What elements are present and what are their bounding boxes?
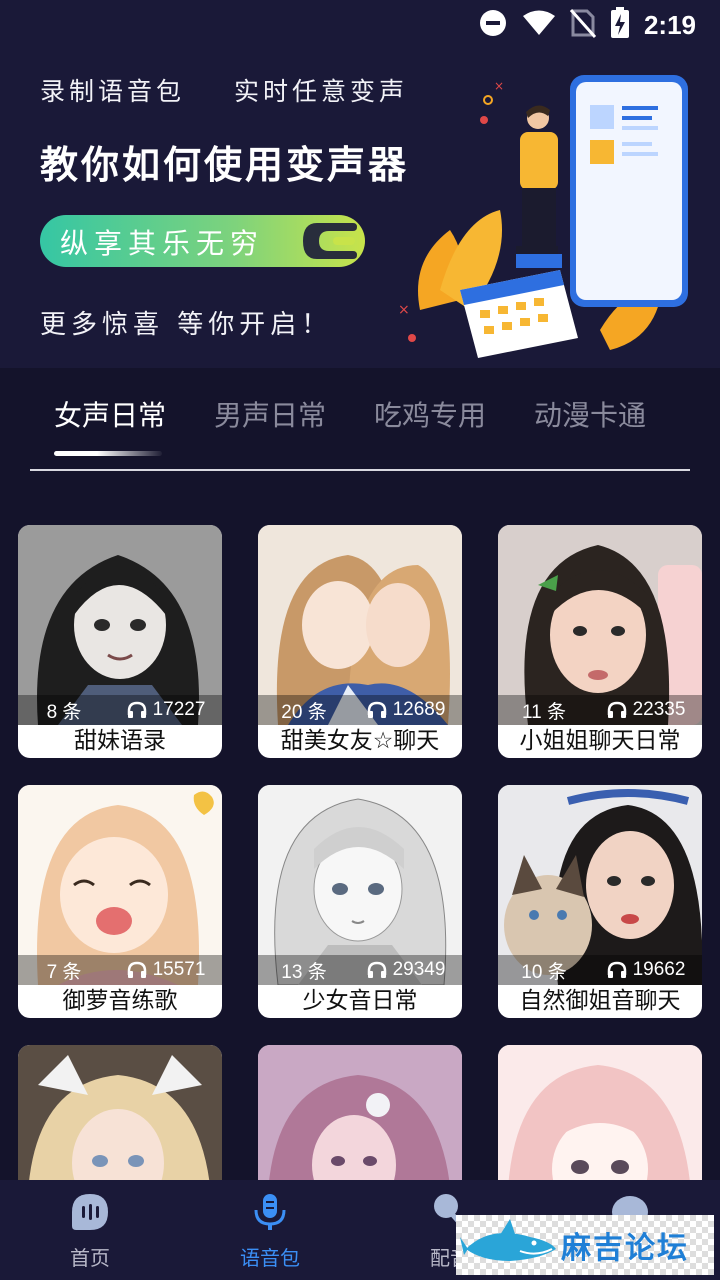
voice-pack-card[interactable]: 7 条 15571 御萝音练歌 bbox=[18, 785, 222, 1018]
banner-pill: 纵享其乐无穷 bbox=[40, 215, 365, 267]
nav-home[interactable]: 首页 bbox=[0, 1180, 180, 1280]
voice-pack-card[interactable]: 11 条 22335 小姐姐聊天日常 bbox=[498, 525, 702, 758]
microphone-icon bbox=[254, 1194, 286, 1230]
banner-illustration: × × bbox=[400, 75, 688, 358]
svg-text:×: × bbox=[400, 302, 410, 318]
headphones-icon bbox=[607, 961, 626, 978]
tab-male-daily[interactable]: 男声日常 bbox=[214, 394, 326, 434]
nav-voice-pack[interactable]: 语音包 bbox=[180, 1180, 360, 1280]
banner-footer: 更多惊喜 等你开启！ bbox=[40, 310, 333, 340]
listen-count: 17227 bbox=[152, 699, 206, 720]
card-title: 小姐姐聊天日常 bbox=[519, 728, 681, 754]
promo-banner[interactable]: 录制语音包 实时任意变声 教你如何使用变声器 纵享其乐无穷 更多惊喜 等你开启！ bbox=[0, 50, 720, 368]
headphones-icon bbox=[367, 701, 386, 718]
card-stats: 8 条 17227 bbox=[18, 695, 222, 725]
banner-subtitle-right: 实时任意变声 bbox=[234, 77, 409, 106]
do-not-disturb-icon bbox=[478, 8, 508, 42]
card-stats: 10 条 19662 bbox=[498, 955, 702, 985]
voice-pack-card[interactable]: 10 条 19662 自然御姐音聊天 bbox=[498, 785, 702, 1018]
listen-count: 22335 bbox=[632, 699, 686, 720]
card-title: 御萝音练歌 bbox=[62, 988, 178, 1014]
banner-pill-text: 纵享其乐无穷 bbox=[60, 227, 265, 260]
voice-pack-card[interactable]: 20 条 12689 甜美女友☆聊天 bbox=[258, 525, 462, 758]
voice-pack-card[interactable]: 8 条 17227 甜妹语录 bbox=[18, 525, 222, 758]
listen-count: 15571 bbox=[152, 959, 206, 980]
watermark-text: 麻吉论坛 bbox=[561, 1231, 689, 1266]
card-title: 甜妹语录 bbox=[74, 728, 166, 754]
banner-title: 教你如何使用变声器 bbox=[40, 143, 410, 187]
banner-subtitle-left: 录制语音包 bbox=[40, 77, 186, 106]
tab-female-daily[interactable]: 女声日常 bbox=[54, 394, 166, 434]
headphones-icon bbox=[607, 701, 626, 718]
pill-decoration-icon bbox=[303, 223, 357, 259]
tabs-divider bbox=[30, 469, 690, 471]
card-stats: 20 条 12689 bbox=[258, 695, 462, 725]
status-time: 2:19 bbox=[643, 9, 696, 40]
svg-text:×: × bbox=[494, 79, 504, 93]
category-tabs: 女声日常 男声日常 吃鸡专用 动漫卡通 bbox=[0, 368, 720, 473]
status-bar: 2:19 bbox=[0, 0, 720, 50]
forum-watermark: 麻吉论坛 bbox=[456, 1215, 714, 1275]
card-stats: 11 条 22335 bbox=[498, 695, 702, 725]
nav-label: 语音包 bbox=[240, 1246, 300, 1270]
card-stats: 13 条 29349 bbox=[258, 955, 462, 985]
card-title: 少女音日常 bbox=[302, 988, 418, 1014]
listen-count: 12689 bbox=[392, 699, 446, 720]
card-stats: 7 条 15571 bbox=[18, 955, 222, 985]
headphones-icon bbox=[367, 961, 386, 978]
item-count: 13 条 bbox=[281, 961, 327, 983]
tab-indicator bbox=[54, 451, 162, 456]
home-chat-icon bbox=[72, 1194, 108, 1230]
tab-anime-cartoon[interactable]: 动漫卡通 bbox=[534, 394, 646, 434]
item-count: 10 条 bbox=[521, 961, 567, 983]
headphones-icon bbox=[127, 701, 146, 718]
tab-pubg[interactable]: 吃鸡专用 bbox=[374, 394, 486, 434]
wifi-icon bbox=[522, 9, 556, 41]
nav-label: 首页 bbox=[70, 1246, 110, 1270]
item-count: 7 条 bbox=[46, 961, 82, 983]
voice-pack-card[interactable]: 13 条 29349 少女音日常 bbox=[258, 785, 462, 1018]
battery-charging-icon bbox=[610, 7, 630, 43]
item-count: 11 条 bbox=[521, 701, 566, 723]
card-title: 甜美女友☆聊天 bbox=[280, 728, 440, 754]
item-count: 20 条 bbox=[281, 701, 327, 723]
listen-count: 19662 bbox=[632, 959, 686, 980]
item-count: 8 条 bbox=[46, 701, 82, 723]
shark-logo-icon bbox=[460, 1219, 556, 1261]
listen-count: 29349 bbox=[392, 959, 446, 980]
no-sim-icon bbox=[569, 8, 597, 42]
card-title: 自然御姐音聊天 bbox=[519, 988, 681, 1014]
headphones-icon bbox=[127, 961, 146, 978]
